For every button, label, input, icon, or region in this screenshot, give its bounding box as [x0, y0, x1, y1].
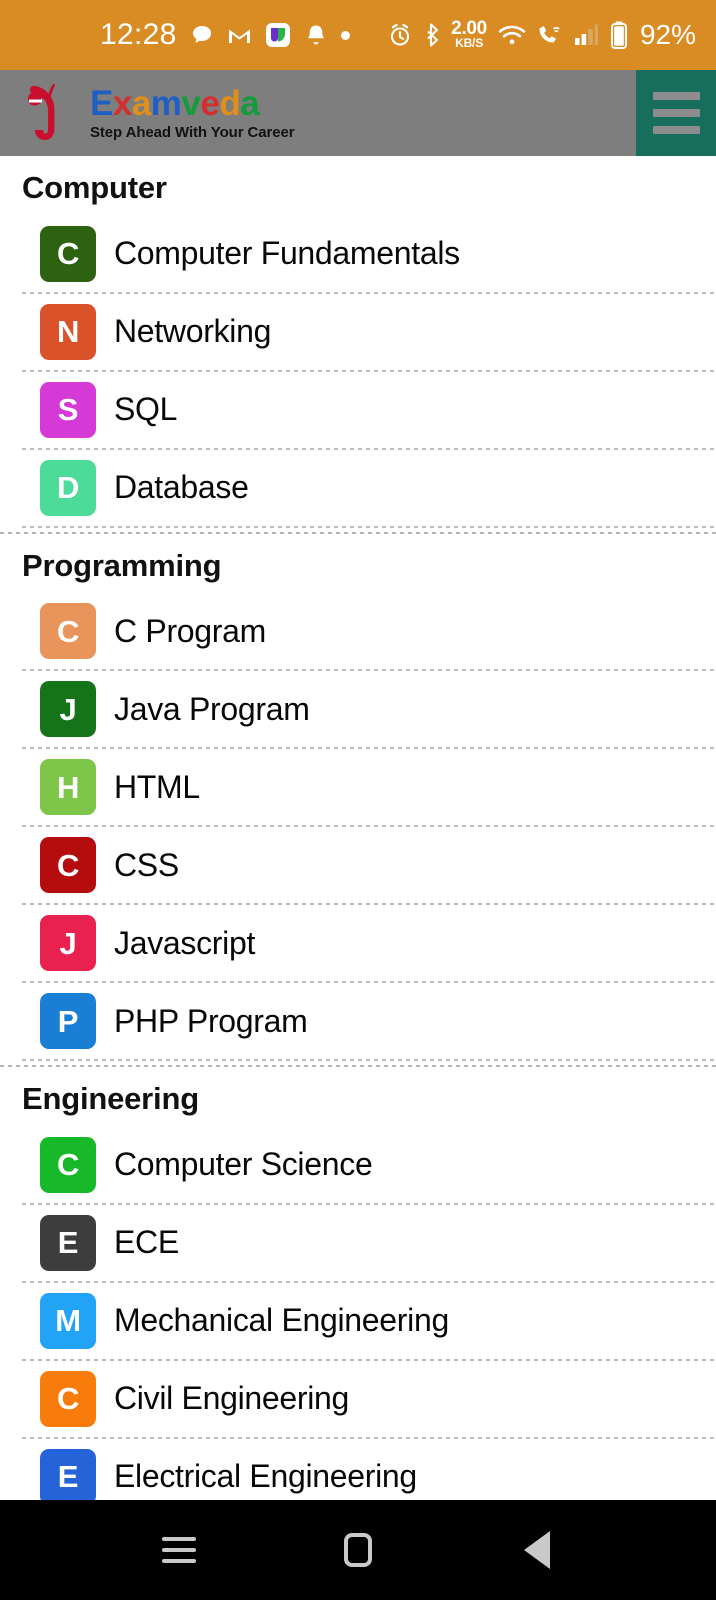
list-item[interactable]: N Networking [0, 293, 716, 370]
gmail-icon [227, 25, 252, 45]
bell-icon [304, 23, 328, 47]
wifi-icon [498, 24, 526, 46]
subject-initial-icon: C [40, 1136, 96, 1193]
subject-initial-icon: S [40, 381, 96, 438]
home-button[interactable] [323, 1515, 393, 1585]
section-header-computer: Computer [22, 170, 167, 205]
brand-letter-7: a [240, 84, 260, 123]
list-item[interactable]: C Civil Engineering [0, 1360, 716, 1437]
brand-letter-1: x [112, 84, 132, 123]
list-item[interactable]: C CSS [0, 827, 716, 904]
network-speed-unit: KB/S [455, 36, 483, 51]
list-item[interactable]: C Computer Fundamentals [0, 215, 716, 292]
list-item-label: ECE [114, 1224, 179, 1261]
subject-initial-icon: E [40, 1448, 96, 1500]
chat-bubble-icon [190, 23, 214, 47]
subject-initial-icon: J [40, 681, 96, 738]
battery-icon [610, 21, 628, 49]
brand-text: Examveda Step Ahead With Your Career [90, 86, 295, 141]
list-item-label: SQL [114, 391, 178, 428]
list-item[interactable]: P PHP Program [0, 983, 716, 1060]
list-item[interactable]: C C Program [0, 593, 716, 670]
brand-letter-0: E [90, 84, 113, 123]
network-speed-indicator: 2.00 KB/S [451, 19, 487, 51]
list-item[interactable]: C Computer Science [0, 1126, 716, 1203]
subject-initial-icon: C [40, 225, 96, 282]
status-bar-left: 12:28 [100, 20, 350, 50]
list-item[interactable]: S SQL [0, 371, 716, 448]
subject-initial-icon: N [40, 303, 96, 360]
home-icon [343, 1533, 372, 1567]
list-item[interactable]: J Java Program [0, 671, 716, 748]
list-item-label: CSS [114, 846, 179, 883]
brand-wordmark: Examveda [90, 86, 294, 121]
list-item-label: HTML [114, 768, 200, 805]
list-item-label: Computer Fundamentals [114, 235, 460, 272]
subject-initial-icon: C [40, 603, 96, 660]
brand-logo[interactable]: Examveda Step Ahead With Your Career [0, 70, 295, 156]
list-item[interactable]: H HTML [0, 749, 716, 826]
back-button[interactable] [502, 1515, 572, 1585]
phone-screen: 12:28 2.00 KB/S 92% Examveda Step Ahead … [0, 0, 716, 1600]
status-bar-right: 2.00 KB/S 92% [388, 19, 696, 51]
back-icon [523, 1531, 550, 1569]
subject-initial-icon: C [40, 1370, 96, 1427]
hamburger-bar [652, 92, 700, 100]
hamburger-bar [652, 126, 700, 134]
list-item-label: Javascript [114, 924, 256, 961]
list-item-label: Mechanical Engineering [114, 1302, 449, 1339]
subject-initial-icon: C [40, 837, 96, 894]
list-item-label: Database [114, 469, 249, 506]
hamburger-menu-button[interactable] [636, 70, 716, 156]
vowifi-call-icon [537, 23, 563, 47]
brand-letter-2: a [131, 84, 151, 123]
brand-tagline: Step Ahead With Your Career [90, 124, 295, 141]
recent-apps-button[interactable] [144, 1515, 214, 1585]
list-item[interactable]: J Javascript [0, 905, 716, 982]
android-navigation-bar [0, 1500, 716, 1600]
hamburger-bar [652, 109, 700, 117]
subject-initial-icon: H [40, 759, 96, 816]
brand-letter-5: e [200, 84, 220, 123]
list-item-label: Networking [114, 313, 272, 350]
brand-letter-6: d [219, 84, 241, 123]
list-item[interactable]: E ECE [0, 1204, 716, 1281]
subject-initial-icon: D [40, 459, 96, 516]
subject-initial-icon: J [40, 915, 96, 972]
brand-letter-4: v [181, 84, 201, 123]
list-item-label: PHP Program [114, 1002, 308, 1039]
battery-percent: 92% [639, 19, 696, 50]
list-item-label: Java Program [114, 690, 310, 727]
examveda-swoosh-icon [26, 82, 84, 144]
list-item[interactable]: D Database [0, 449, 716, 526]
subject-initial-icon: M [40, 1292, 96, 1349]
status-bar: 12:28 2.00 KB/S 92% [0, 0, 716, 70]
list-item-label: Computer Science [114, 1146, 373, 1183]
recent-apps-icon [162, 1537, 197, 1563]
subject-initial-icon: E [40, 1214, 96, 1271]
list-item-label: Civil Engineering [114, 1380, 350, 1417]
list-item[interactable]: E Electrical Engineering [0, 1438, 716, 1500]
signal-bars-icon [574, 24, 599, 46]
section-header-engineering: Engineering [22, 1081, 199, 1117]
app-header: Examveda Step Ahead With Your Career [0, 70, 716, 156]
section-header-programming: Programming [22, 547, 222, 583]
subject-initial-icon: P [40, 993, 96, 1050]
brand-letter-3: m [150, 84, 182, 123]
bluetooth-icon [423, 22, 440, 48]
notification-dot-icon [340, 30, 350, 40]
list-item-label: Electrical Engineering [114, 1458, 417, 1495]
subject-list[interactable]: Computer C Computer Fundamentals N Networkin… [0, 156, 716, 1500]
alarm-clock-icon [388, 23, 412, 47]
list-item-label: C Program [114, 612, 267, 649]
status-time: 12:28 [100, 18, 177, 51]
list-item[interactable]: M Mechanical Engineering [0, 1282, 716, 1359]
app-badge-icon [265, 22, 291, 48]
